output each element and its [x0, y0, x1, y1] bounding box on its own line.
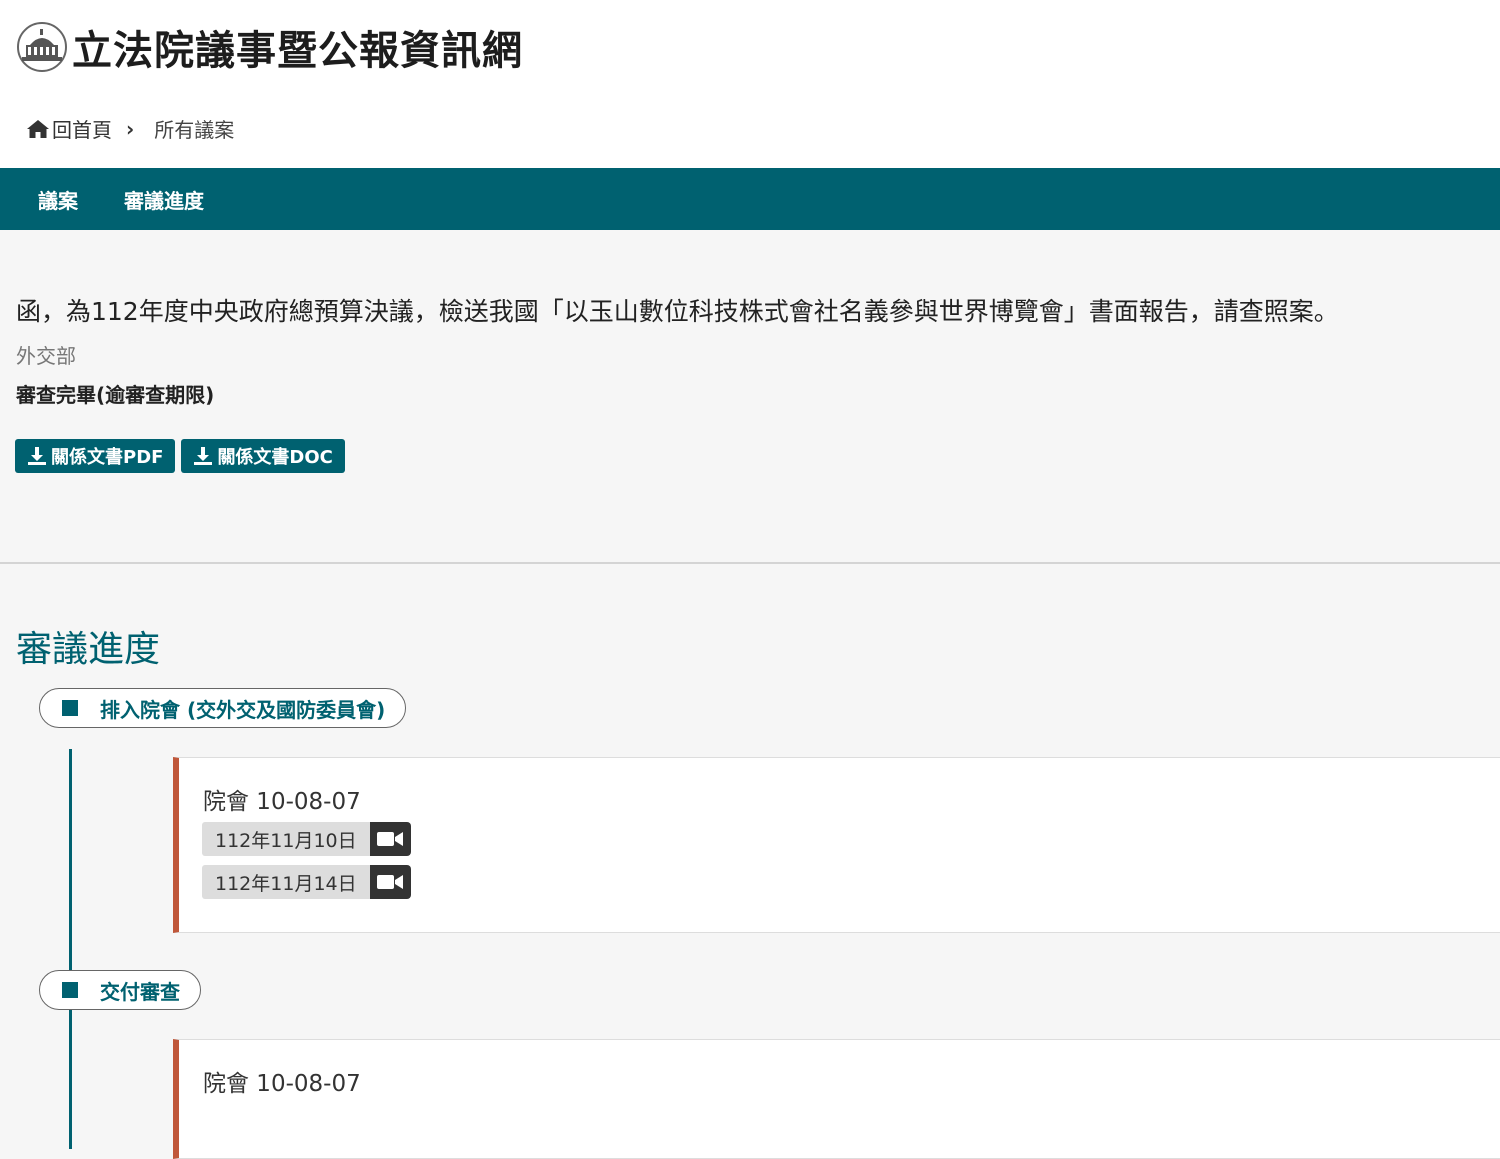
download-buttons: 關係文書PDF 關係文書DOC: [15, 439, 345, 473]
progress-heading: 審議進度: [16, 629, 161, 670]
bill-summary: 函，為112年度中央政府總預算決議，檢送我國「以玉山數位科技株式會社名義參與世界…: [0, 230, 1500, 564]
meeting-date: 112年11月10日: [202, 822, 370, 856]
chevron-right-icon: ›: [126, 116, 135, 141]
video-camera-icon[interactable]: [369, 865, 411, 899]
breadcrumb-home-link[interactable]: 回首頁: [52, 114, 112, 143]
stage-pill: 交付審查: [39, 970, 201, 1010]
download-icon: [28, 447, 46, 465]
download-doc-label: 關係文書DOC: [217, 447, 333, 468]
download-icon: [194, 447, 213, 465]
stage-pill: 排入院會 (交外交及國防委員會): [39, 688, 407, 728]
stage-marker-icon: [62, 982, 78, 998]
bill-status: 審查完畢(逾審查期限): [16, 383, 215, 407]
breadcrumb: 回首頁 › 所有議案: [26, 114, 234, 143]
legislative-yuan-emblem: [17, 22, 67, 72]
meeting-card: 院會 10-08-07 112年11月10日 112年11月14日: [173, 757, 1500, 933]
video-camera-icon[interactable]: [369, 822, 411, 856]
header: 立法院議事暨公報資訊網 回首頁 › 所有議案: [0, 0, 1500, 168]
timeline-line: [69, 749, 72, 1149]
site-logo[interactable]: 立法院議事暨公報資訊網: [16, 18, 523, 76]
stage-label: 排入院會 (交外交及國防委員會): [100, 697, 386, 722]
meeting-date-chip: 112年11月10日: [202, 822, 411, 856]
download-doc-button[interactable]: 關係文書DOC: [181, 439, 345, 473]
meeting-title: 院會 10-08-07: [203, 789, 361, 815]
meeting-card: 院會 10-08-07: [173, 1039, 1500, 1159]
tab-progress[interactable]: 審議進度: [124, 185, 204, 214]
site-title: 立法院議事暨公報資訊網: [72, 28, 523, 74]
meeting-date: 112年11月14日: [202, 865, 370, 899]
bill-proposer: 外交部: [16, 344, 76, 368]
bill-title: 函，為112年度中央政府總預算決議，檢送我國「以玉山數位科技株式會社名義參與世界…: [16, 297, 1339, 326]
download-pdf-button[interactable]: 關係文書PDF: [15, 439, 176, 473]
tab-bill[interactable]: 議案: [38, 185, 78, 214]
stage-label: 交付審查: [100, 979, 180, 1004]
meeting-date-chip: 112年11月14日: [202, 865, 411, 899]
home-icon[interactable]: [26, 118, 50, 140]
download-pdf-label: 關係文書PDF: [51, 447, 164, 468]
breadcrumb-current[interactable]: 所有議案: [154, 114, 234, 143]
meeting-title: 院會 10-08-07: [203, 1071, 361, 1097]
stage-marker-icon: [62, 700, 78, 716]
tab-bar: 議案 審議進度: [0, 168, 1500, 230]
